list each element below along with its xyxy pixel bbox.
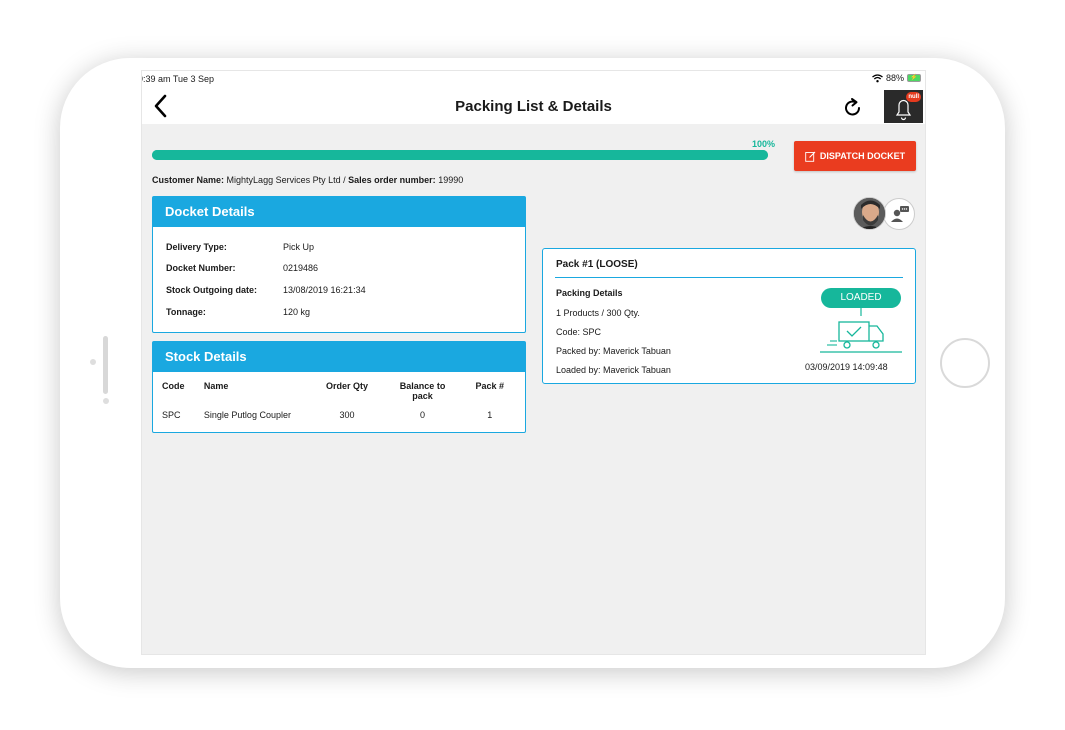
docket-row-label: Delivery Type: [166,242,227,252]
sales-order-label: Sales order number: [348,175,436,185]
cell-balance: 0 [420,410,426,420]
pack-products: 1 Products / 300 Qty. [556,308,640,318]
customer-name-label: Customer Name: [152,175,225,185]
battery-percent: 88% [885,73,904,83]
stock-table: Code Name Order Qty Balance to pack Pack… [153,381,525,420]
stock-table-header: Code Name Order Qty Balance to pack Pack… [153,381,525,401]
customer-separator: / [343,175,346,185]
avatar[interactable] [853,197,886,230]
battery-icon: ⚡ [907,74,921,82]
docket-row-value: 0219486 [283,263,319,273]
pack-title: Pack #1 (LOOSE) [556,259,638,270]
column-header-pack: Pack # [475,381,504,391]
status-time: 9:39 am Tue 3 Sep [141,74,215,84]
progress-bar [152,150,768,160]
nav-bar: Packing List & Details null [142,87,925,124]
customer-info: Customer Name: MightyLagg Services Pty L… [152,175,463,185]
docket-row-label: Tonnage: [166,307,206,317]
packing-details-label: Packing Details [556,288,623,298]
device-sensor-dot [103,398,109,404]
docket-row-label: Stock Outgoing date: [166,285,257,295]
docket-details-card: Docket Details Delivery Type: Pick Up Do… [152,196,526,333]
docket-row-label: Docket Number: [166,263,236,273]
cell-code: SPC [162,410,181,420]
notification-badge: null [906,92,921,102]
pack-card[interactable]: Pack #1 (LOOSE) Packing Details 1 Produc… [542,248,916,384]
sales-order-value: 19990 [438,175,464,185]
dispatch-docket-button[interactable]: DISPATCH DOCKET [794,141,916,171]
docket-row-value: 120 kg [283,307,311,317]
customer-name-value: MightyLagg Services Pty Ltd [226,175,341,185]
device-camera-dot [90,359,96,365]
docket-details-title: Docket Details [153,197,525,227]
stock-details-title: Stock Details [153,342,525,372]
wifi-icon [872,73,883,82]
dispatch-button-label: DISPATCH DOCKET [819,151,906,161]
column-header-order-qty: Order Qty [325,381,368,391]
chat-user-icon[interactable] [883,198,915,230]
app-screen: 9:39 am Tue 3 Sep 88% ⚡ Packing List & D… [141,70,926,655]
docket-row-value: 13/08/2019 16:21:34 [283,285,366,295]
loaded-by: Loaded by: Maverick Tabuan [556,365,671,375]
page-title: Packing List & Details [455,98,612,115]
pack-timestamp: 03/09/2019 14:09:48 [805,362,888,372]
pack-code: Code: SPC [556,327,602,337]
device-home-button[interactable] [940,338,990,388]
progress-label: 100% [752,139,776,149]
stock-details-card: Stock Details Code Name Order Qty Balanc… [152,341,526,433]
cell-order-qty: 300 [339,410,355,420]
notifications-button[interactable]: null [884,90,923,123]
refresh-icon[interactable] [841,96,865,120]
status-bar: 9:39 am Tue 3 Sep 88% ⚡ [142,71,925,87]
truck-icon [820,308,902,353]
packed-by: Packed by: Maverick Tabuan [556,346,671,356]
progress-fill [152,150,768,160]
column-header-name: Name [203,381,229,391]
assigned-users[interactable] [853,197,917,231]
docket-row-value: Pick Up [283,242,315,252]
table-row[interactable]: SPC Single Putlog Coupler 300 0 1 [153,401,525,420]
cell-name: Single Putlog Coupler [203,410,291,420]
status-right: 88% ⚡ [872,73,921,83]
status-badge: LOADED [821,288,901,308]
device-side-button [103,336,108,394]
column-header-code: Code [162,381,185,391]
cell-pack: 1 [487,410,493,420]
column-header-balance: Balance to pack [399,381,446,401]
pack-divider [555,277,903,278]
edit-icon [805,151,816,162]
